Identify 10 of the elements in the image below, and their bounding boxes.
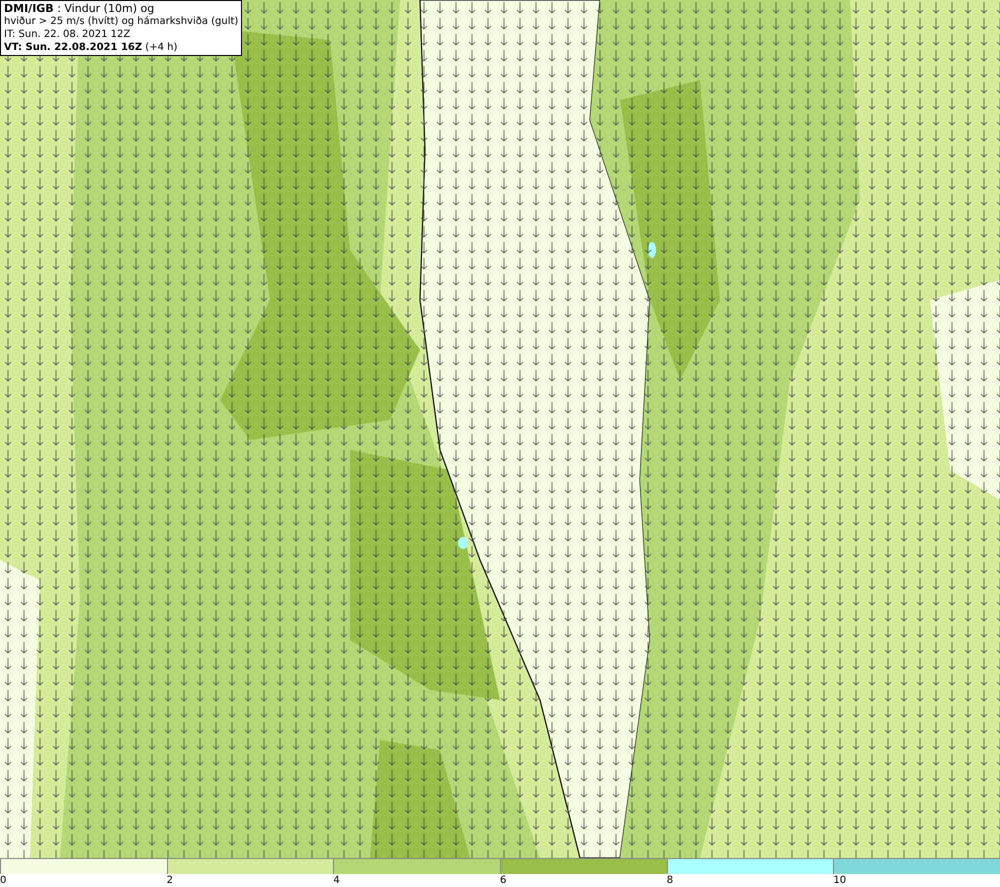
- colorbar-tick-label: 4: [333, 874, 341, 887]
- title-line: hviður > 25 m/s (hvítt) og hámarkshviða (gult): [4, 15, 238, 28]
- title-line: DMI/IGB : Vindur (10m) og: [4, 2, 156, 15]
- colorbar-tick-label: 0: [0, 874, 8, 887]
- colorbar-tick-label: 8: [666, 874, 674, 887]
- colorbar-tick-label: 2: [166, 874, 174, 887]
- colorbar-tick-label: 6: [500, 874, 508, 887]
- title-line: IT: Sun. 22. 08. 2021 12Z: [4, 28, 132, 41]
- title-line: VT: Sun. 22.08.2021 16Z (+4 h): [4, 41, 178, 54]
- colorbar-tick-label: 10: [833, 874, 848, 887]
